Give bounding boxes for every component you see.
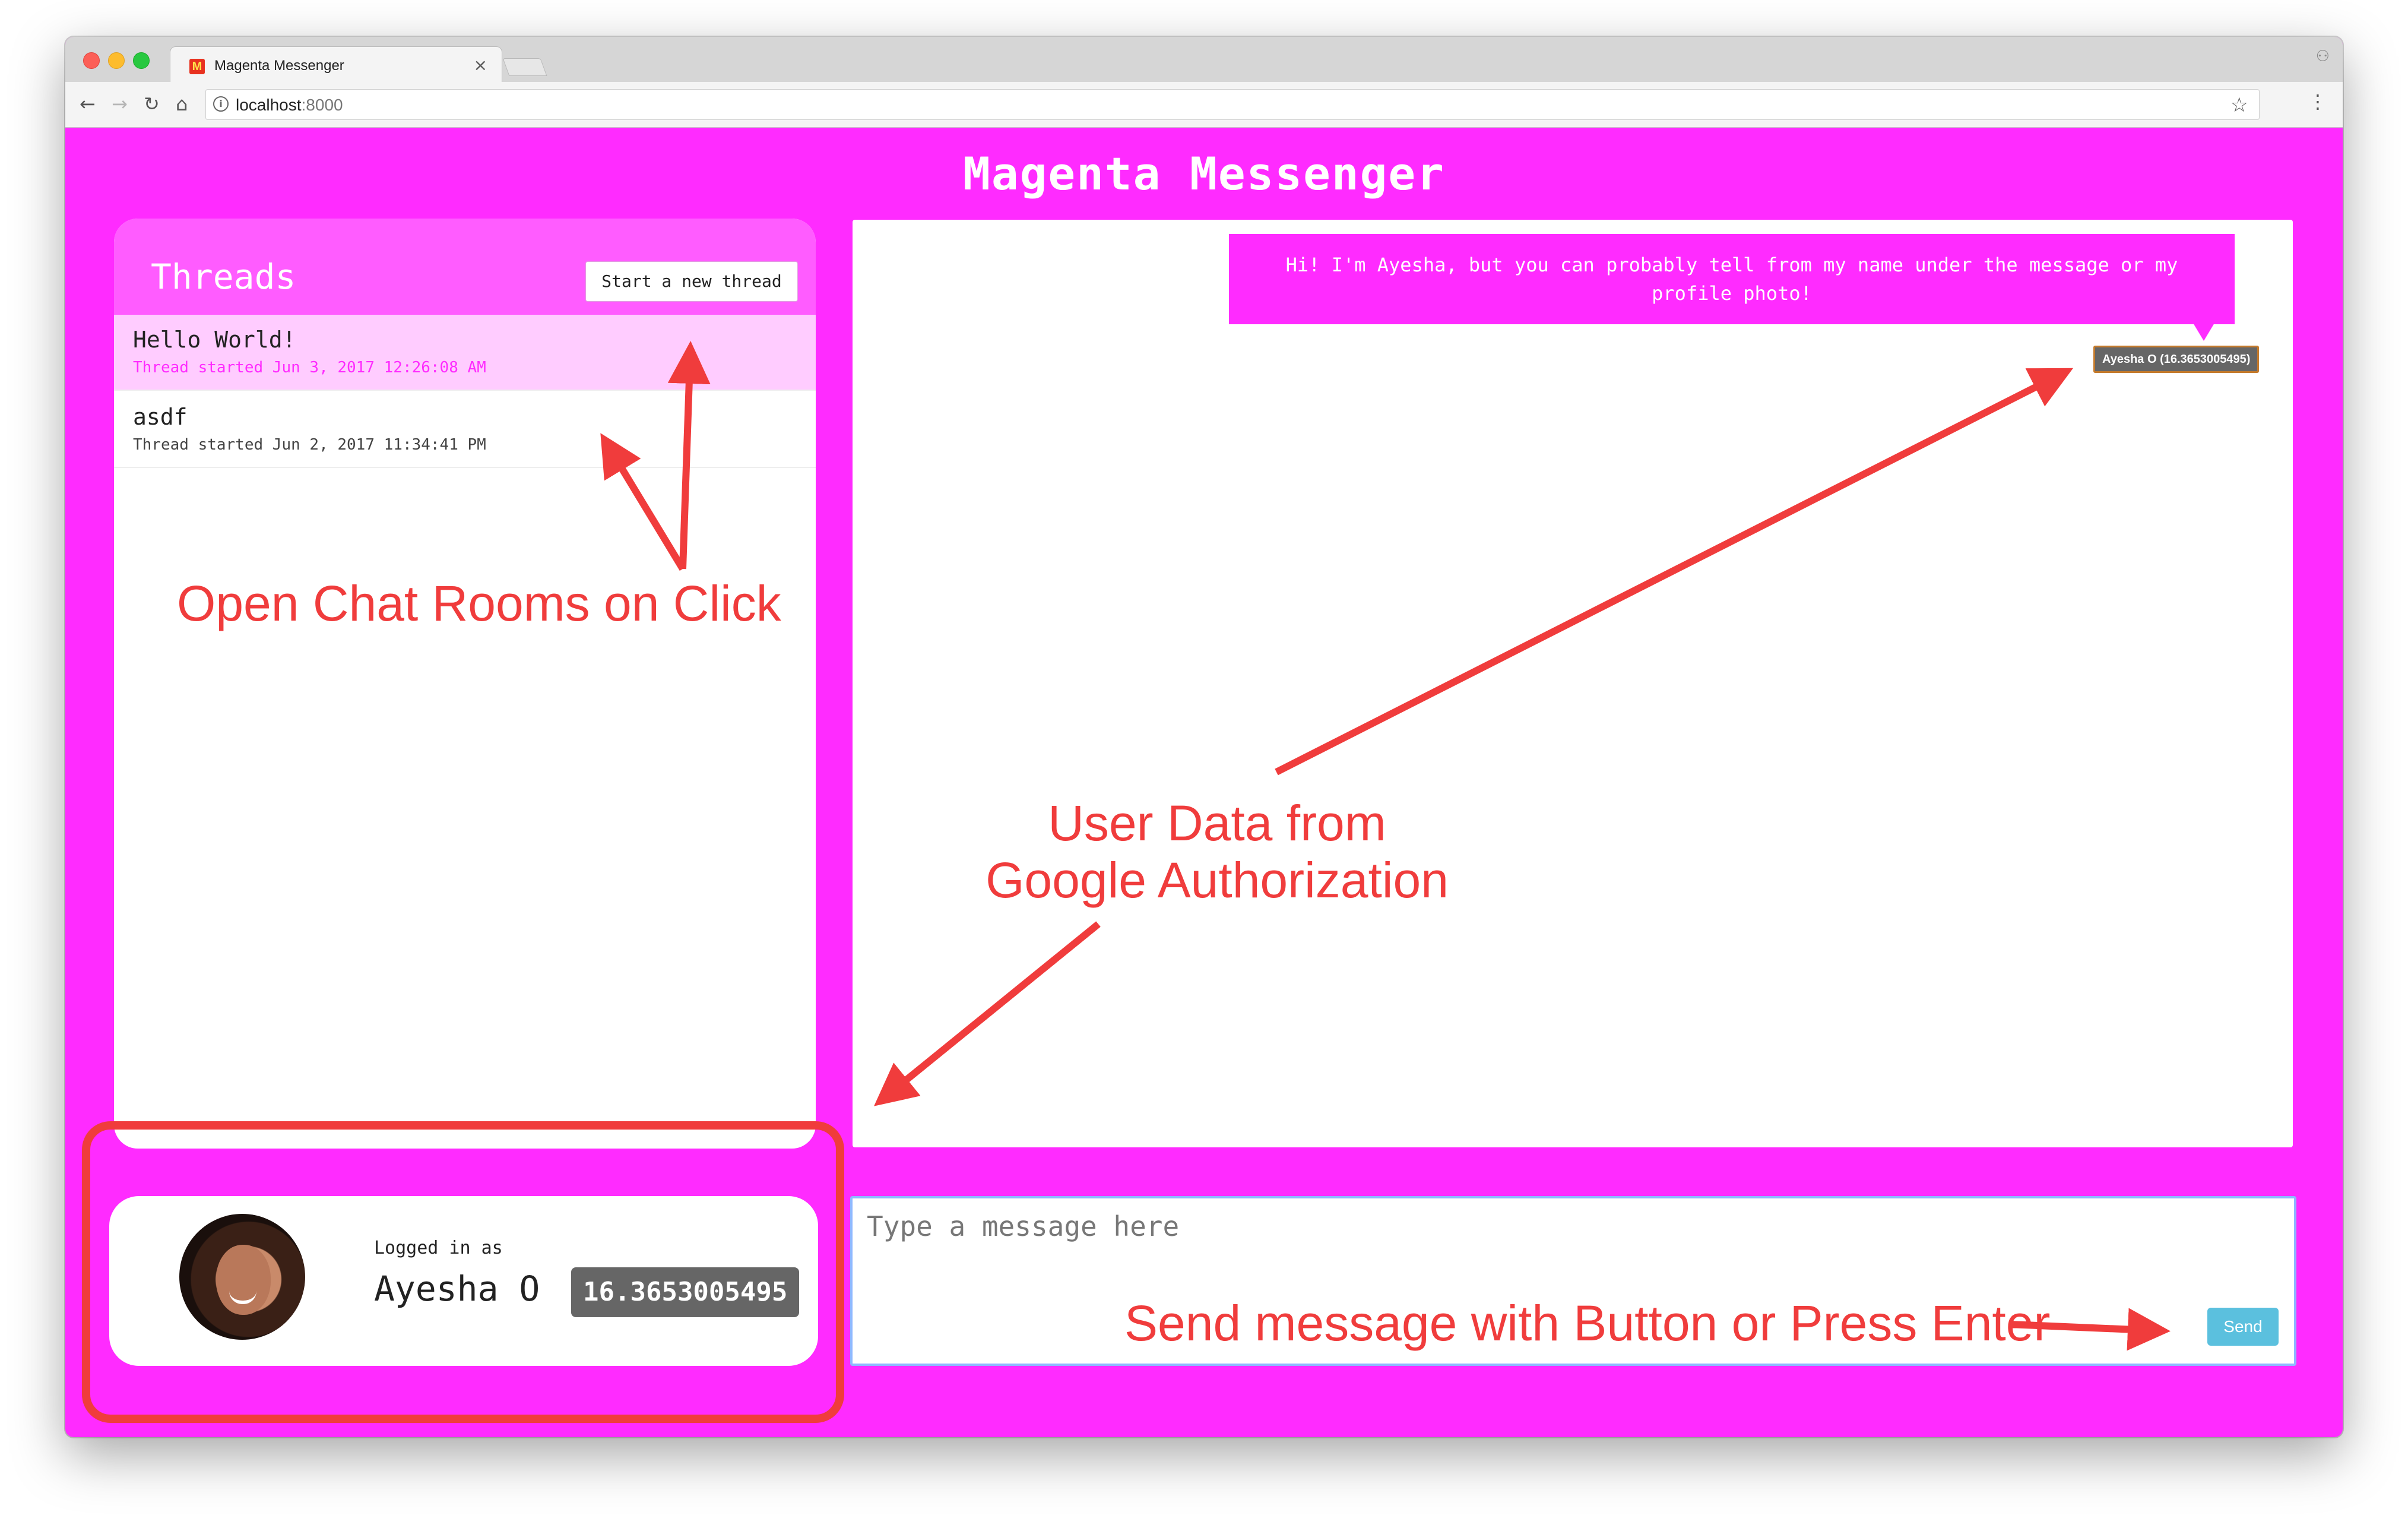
annotation-user-data: User Data from Google Authorization [938,795,1496,909]
back-arrow-icon[interactable]: ← [80,94,96,114]
reload-icon[interactable]: ↻ [144,94,160,114]
thread-date: Thread started Jun 2, 2017 11:34:41 PM [133,436,486,454]
profile-highlight-box [82,1121,844,1423]
thread-name: Hello World! [133,327,296,353]
thread-item-asdf[interactable]: asdf Thread started Jun 2, 2017 11:34:41… [114,392,816,468]
browser-toolbar: ← → ↻ ⌂ i localhost:8000 ☆ ⋮ [65,82,2343,128]
tab-title: Magenta Messenger [214,58,344,74]
message-sender-badge: Ayesha O (16.3653005495) [2093,346,2260,373]
browser-tab[interactable]: M Magenta Messenger × [170,46,502,83]
favicon-icon: M [189,59,205,74]
annotation-user-data-line1: User Data from [1048,795,1386,851]
minimize-window-button[interactable] [108,52,125,69]
send-button[interactable]: Send [2207,1308,2279,1346]
zoom-window-button[interactable] [133,52,150,69]
close-window-button[interactable] [83,52,100,69]
url-host: localhost [236,96,302,114]
home-icon[interactable]: ⌂ [176,94,188,114]
info-icon[interactable]: i [213,96,229,112]
app-title: Magenta Messenger [963,147,1445,200]
thread-name: asdf [133,404,188,430]
threads-title: Threads [151,257,296,297]
message-bubble-tail [2193,323,2214,341]
url-port: :8000 [301,96,343,114]
threads-panel: Threads Start a new thread Hello World! … [114,219,816,1149]
close-tab-icon[interactable]: × [474,55,487,75]
tab-bar: M Magenta Messenger × ⚇ [65,37,2343,83]
kebab-menu-icon[interactable]: ⋮ [2308,91,2327,112]
new-tab-button[interactable] [502,58,547,76]
bookmark-star-icon[interactable]: ☆ [2230,93,2248,117]
threads-header: Threads Start a new thread [114,219,816,315]
forward-arrow-icon[interactable]: → [112,94,128,114]
thread-item-hello-world[interactable]: Hello World! Thread started Jun 3, 2017 … [114,315,816,391]
annotation-open-chat-rooms: Open Chat Rooms on Click [177,575,781,631]
url-text: localhost:8000 [236,96,343,115]
profile-icon[interactable]: ⚇ [2316,48,2330,65]
message-bubble: Hi! I'm Ayesha, but you can probably tel… [1229,234,2235,324]
messages-panel: Hi! I'm Ayesha, but you can probably tel… [853,220,2293,1147]
annotation-user-data-line2: Google Authorization [986,852,1449,908]
address-bar[interactable]: i localhost:8000 ☆ [205,89,2260,120]
thread-date: Thread started Jun 3, 2017 12:26:08 AM [133,359,486,377]
annotation-send-message: Send message with Button or Press Enter [1124,1295,2051,1351]
start-new-thread-button[interactable]: Start a new thread [585,261,798,302]
